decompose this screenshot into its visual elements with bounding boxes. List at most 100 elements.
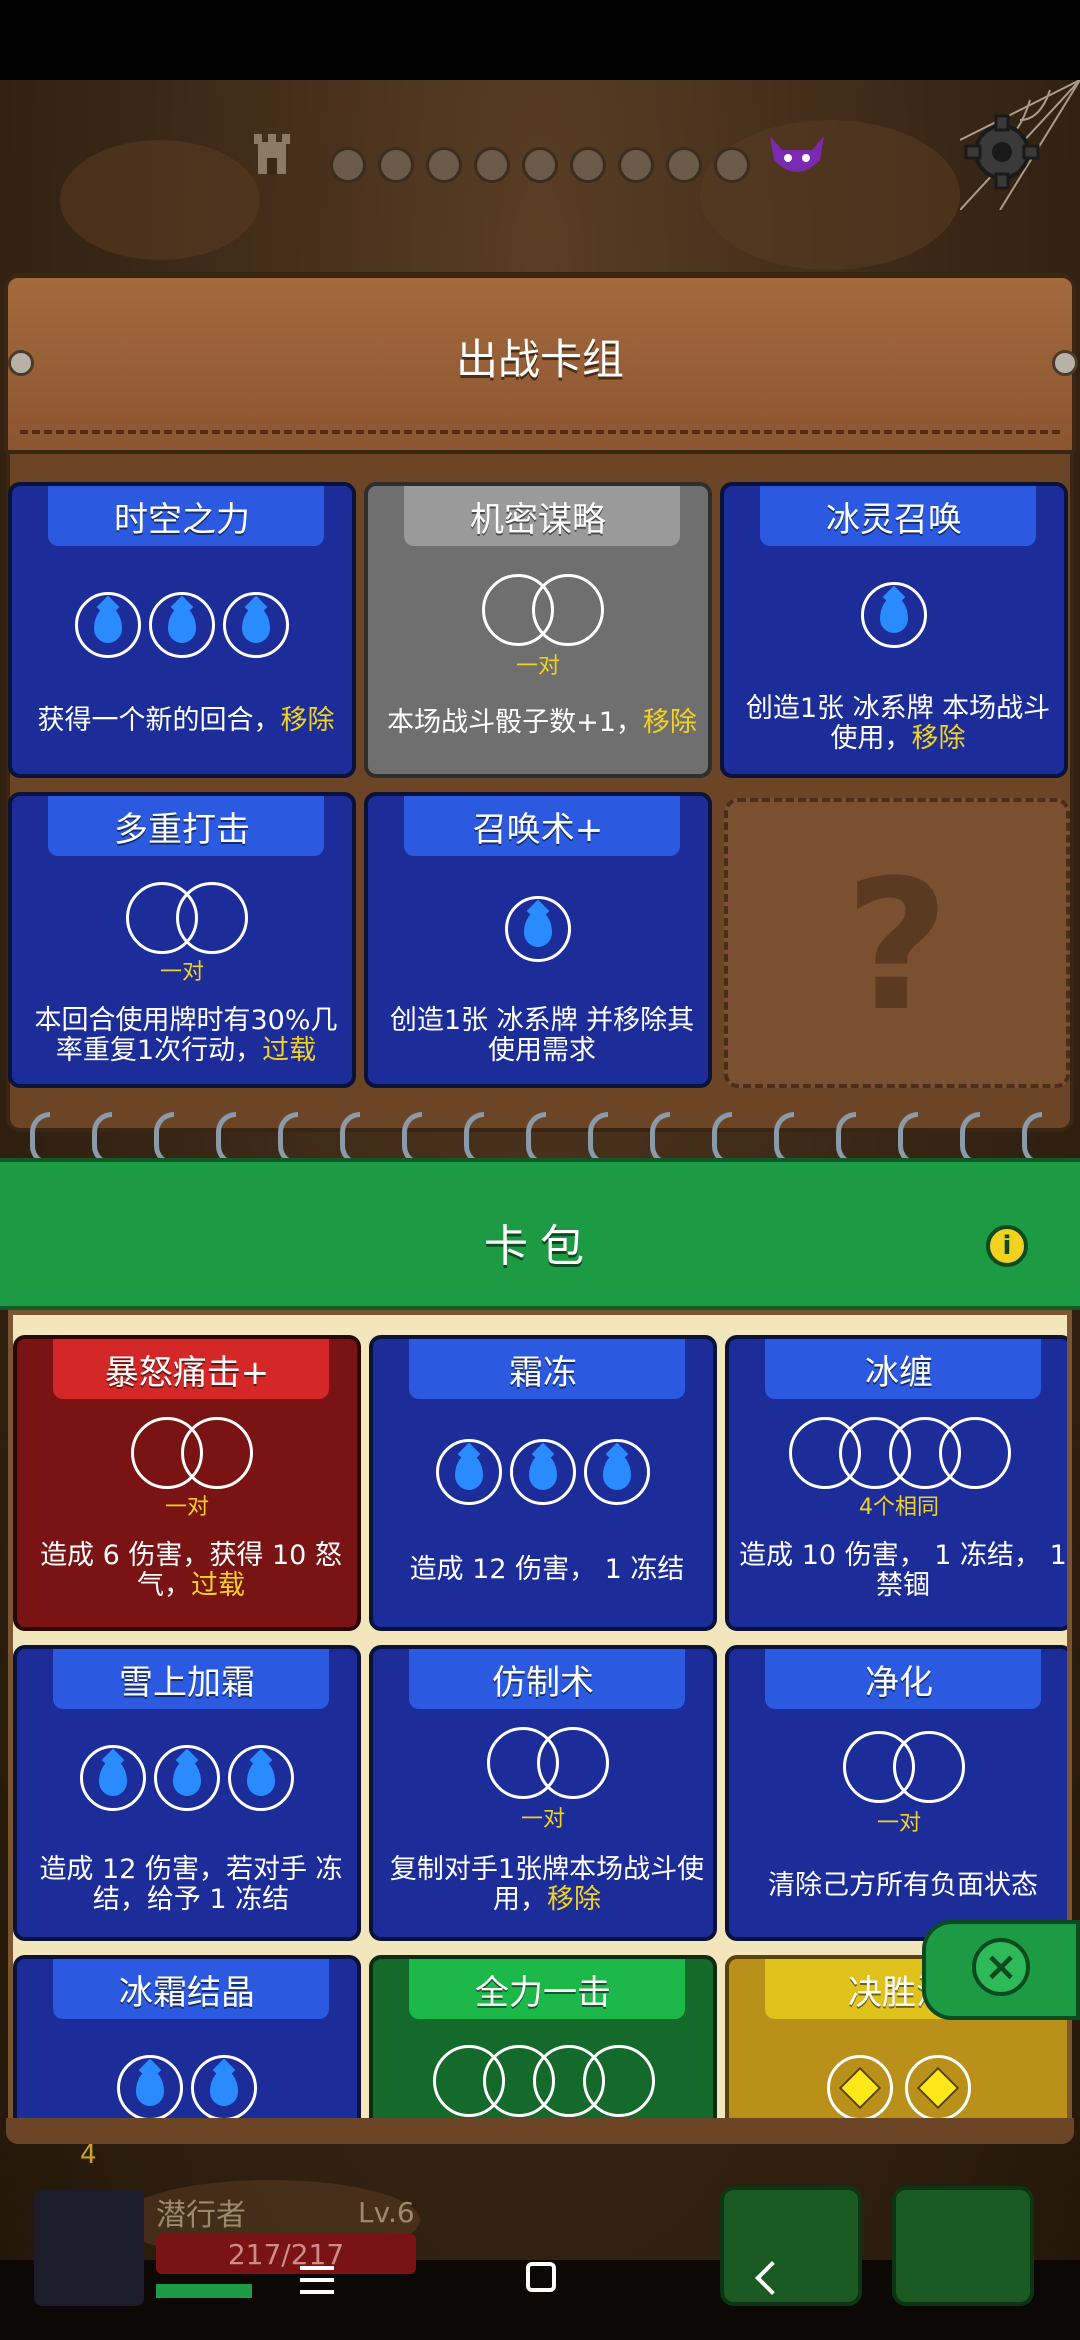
card-name: 冰霜结晶 xyxy=(119,1973,255,2013)
cards-button[interactable] xyxy=(892,2186,1034,2306)
deck-title: 出战卡组 xyxy=(455,335,624,384)
card-desc: 清除己方所有负面状态 xyxy=(768,1870,1038,1901)
card-name: 仿制术 xyxy=(492,1663,594,1703)
stage-dot xyxy=(426,147,462,183)
dice-pair-icon xyxy=(482,574,604,646)
bag-title: 卡包 xyxy=(484,1221,596,1272)
close-icon: × xyxy=(972,1938,1030,1996)
deck-card[interactable]: 多重打击 一对 本回合使用牌时有30%几率重复1次行动，过载 xyxy=(8,792,356,1088)
coin-count: 4 xyxy=(80,2140,97,2170)
stage-dot xyxy=(474,147,510,183)
water-drop-icon xyxy=(505,896,571,962)
diamond-icon xyxy=(905,2055,971,2121)
player-name: 潜行者 xyxy=(156,2198,246,2233)
cost-row xyxy=(729,2055,1067,2121)
dice-pair-icon xyxy=(131,1417,253,1489)
xp-bar xyxy=(156,2284,252,2298)
pair-label: 一对 xyxy=(164,1495,209,1520)
water-drop-icon xyxy=(117,2055,183,2121)
dice-four-icon xyxy=(433,2045,655,2117)
card-name: 机密谋略 xyxy=(470,500,606,540)
pair-label: 一对 xyxy=(159,960,204,985)
bag-card[interactable]: 暴怒痛击+ 一对 造成 6 伤害，获得 10 怒气，过载 xyxy=(13,1335,361,1631)
card-desc: 造成 10 伤害， 1 冻结， 1 禁锢 xyxy=(739,1540,1067,1601)
cost-row xyxy=(373,1439,713,1505)
card-name: 暴怒痛击+ xyxy=(104,1353,270,1393)
water-drop-icon xyxy=(191,2055,257,2121)
deck-card[interactable]: 冰灵召唤 创造1张 冰系牌 本场战斗使用，移除 xyxy=(720,482,1068,778)
card-name: 冰灵召唤 xyxy=(826,500,962,540)
pair-label: 一对 xyxy=(515,654,560,679)
pair-label: 一对 xyxy=(520,1807,565,1832)
water-drop-icon xyxy=(584,1439,650,1505)
dice-four-icon xyxy=(789,1417,1011,1489)
menu-icon[interactable] xyxy=(300,2266,334,2296)
card-name: 冰缠 xyxy=(865,1353,933,1393)
stage-dot xyxy=(330,147,366,183)
water-drop-icon xyxy=(80,1745,146,1811)
card-name: 净化 xyxy=(865,1663,933,1703)
stage-dot xyxy=(522,147,558,183)
deck-card[interactable]: 时空之力 获得一个新的回合，移除 xyxy=(8,482,356,778)
question-mark-icon: ? xyxy=(844,842,950,1051)
card-desc: 创造1张 冰系牌 本场战斗使用，移除 xyxy=(745,693,1051,754)
close-button[interactable]: × xyxy=(922,1920,1080,2020)
home-icon[interactable] xyxy=(526,2262,556,2292)
stage-dot xyxy=(666,147,702,183)
cost-row xyxy=(368,896,708,962)
water-drop-icon xyxy=(436,1439,502,1505)
gear-icon[interactable] xyxy=(962,112,1042,192)
bag-card[interactable]: 冰霜结晶 xyxy=(13,1955,361,2121)
skills-button[interactable] xyxy=(720,2186,862,2306)
card-desc: 造成 12 伤害，若对手 冻结，给予 1 冻结 xyxy=(39,1854,343,1915)
bag-card[interactable]: 净化 一对 清除己方所有负面状态 xyxy=(725,1645,1067,1941)
status-bar xyxy=(0,0,1080,80)
water-drop-icon xyxy=(861,582,927,648)
bag-card[interactable]: 霜冻 造成 12 伤害， 1 冻结 xyxy=(369,1335,717,1631)
card-desc: 复制对手1张牌本场战斗使用，移除 xyxy=(389,1854,705,1915)
pair-label: 4个相同 xyxy=(859,1495,939,1520)
water-drop-icon xyxy=(154,1745,220,1811)
info-icon[interactable]: i xyxy=(986,1225,1028,1267)
water-drop-icon xyxy=(75,592,141,658)
water-drop-icon xyxy=(510,1439,576,1505)
deck-card[interactable]: 机密谋略 一对 本场战斗骰子数+1，移除 xyxy=(364,482,712,778)
card-name: 霜冻 xyxy=(509,1353,577,1393)
stage-dot xyxy=(378,147,414,183)
water-drop-icon xyxy=(228,1745,294,1811)
player-level: Lv.6 xyxy=(358,2196,415,2229)
diamond-icon xyxy=(827,2055,893,2121)
cost-row xyxy=(17,2055,357,2121)
dice-pair-icon xyxy=(487,1727,609,1799)
pair-label: 一对 xyxy=(876,1811,921,1836)
water-drop-icon xyxy=(223,592,289,658)
card-desc: 本场战斗骰子数+1，移除 xyxy=(387,707,697,738)
cost-row xyxy=(17,1745,357,1811)
stage-dot xyxy=(714,147,750,183)
dice-pair-icon xyxy=(843,1731,965,1803)
card-name: 时空之力 xyxy=(114,500,250,540)
card-name: 多重打击 xyxy=(114,810,250,850)
card-desc: 本回合使用牌时有30%几率重复1次行动，过载 xyxy=(34,1005,338,1066)
card-desc: 创造1张 冰系牌 并移除其使用需求 xyxy=(389,1005,695,1066)
card-name: 召唤术+ xyxy=(472,810,604,850)
empty-card-slot[interactable]: ? xyxy=(724,798,1070,1088)
card-desc: 获得一个新的回合，移除 xyxy=(37,705,335,736)
bag-card[interactable]: 雪上加霜 造成 12 伤害，若对手 冻结，给予 1 冻结 xyxy=(13,1645,361,1941)
bag-bottom-edge xyxy=(6,2118,1074,2144)
boss-icon xyxy=(770,136,824,172)
cost-row xyxy=(12,592,352,658)
deck-card[interactable]: 召唤术+ 创造1张 冰系牌 并移除其使用需求 xyxy=(364,792,712,1088)
card-name: 雪上加霜 xyxy=(119,1663,255,1703)
hp-text: 217/217 xyxy=(227,2238,345,2271)
card-name: 全力一击 xyxy=(475,1973,611,2013)
water-drop-icon xyxy=(149,592,215,658)
card-desc: 造成 12 伤害， 1 冻结 xyxy=(409,1554,685,1585)
tower-icon xyxy=(254,134,290,174)
bag-card[interactable]: 仿制术 一对 复制对手1张牌本场战斗使用，移除 xyxy=(369,1645,717,1941)
bag-card[interactable]: 全力一击 xyxy=(369,1955,717,2121)
card-desc: 造成 6 伤害，获得 10 怒气，过载 xyxy=(40,1540,342,1601)
dice-pair-icon xyxy=(126,882,248,954)
cost-row xyxy=(724,582,1064,648)
bag-card[interactable]: 冰缠 4个相同 造成 10 伤害， 1 冻结， 1 禁锢 xyxy=(725,1335,1067,1631)
